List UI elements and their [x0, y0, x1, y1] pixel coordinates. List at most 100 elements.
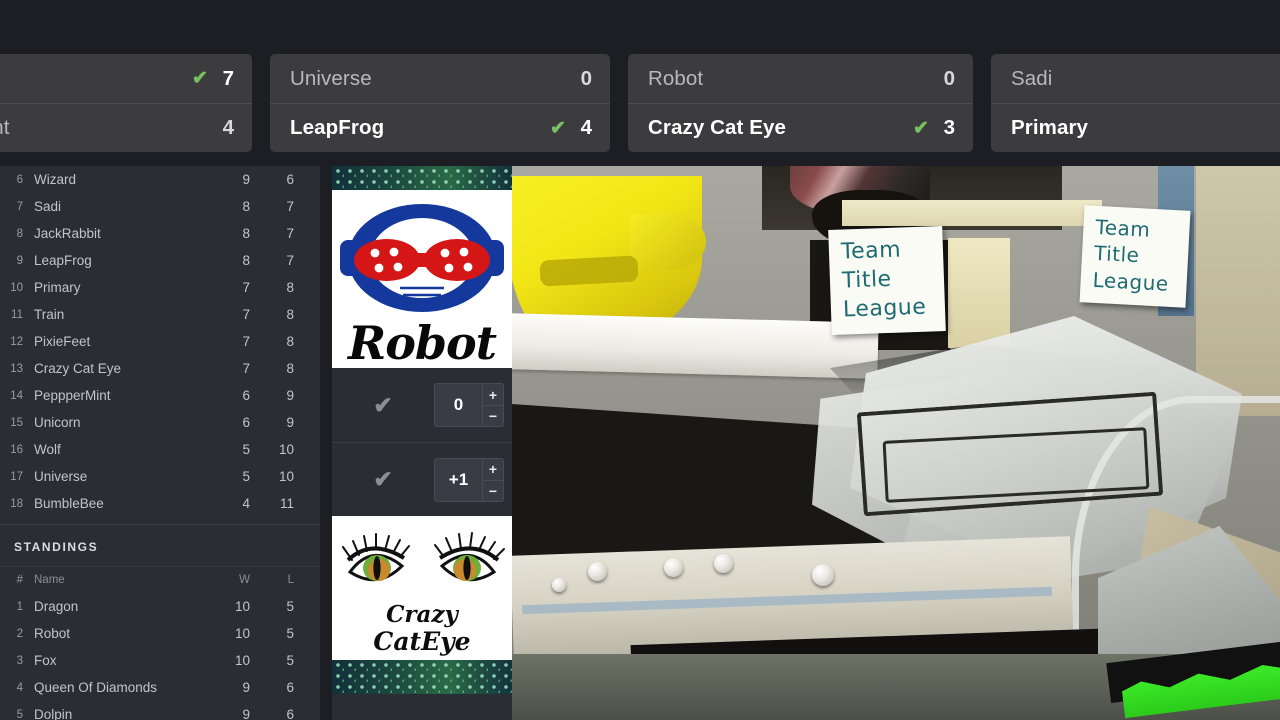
- row-wins: 8: [242, 226, 250, 241]
- table-row[interactable]: 6 Wizard 9 6: [0, 166, 320, 193]
- decorative-top-strip: [332, 166, 512, 190]
- row-wins: 7: [242, 361, 250, 376]
- row-wins: 7: [242, 280, 250, 295]
- score-row-top[interactable]: ✔ 0 + −: [332, 368, 512, 442]
- sign-line-2: Title: [1093, 241, 1141, 268]
- score-control-column: Robot ✔ 0 + − ✔ +1 + − Crazy CatEye: [332, 166, 512, 720]
- table-row[interactable]: 12 PixieFeet 7 8: [0, 328, 320, 355]
- row-losses: 8: [286, 361, 294, 376]
- score-steppers: ✔ 0 + − ✔ +1 + −: [332, 368, 512, 516]
- table-row[interactable]: 1 Dragon 10 5: [0, 593, 320, 620]
- row-losses: 7: [286, 199, 294, 214]
- video-yellow-hook: [630, 214, 706, 270]
- video-beige-beam: [842, 200, 1102, 226]
- row-team-name: PixieFeet: [34, 334, 91, 349]
- match-row-team-bottom[interactable]: Primary: [991, 103, 1280, 152]
- match-team-score: 7: [222, 66, 234, 90]
- row-team-name: Unicorn: [34, 415, 81, 430]
- table-row[interactable]: 7 Sadi 8 7: [0, 193, 320, 220]
- row-wins: 4: [242, 496, 250, 511]
- table-row[interactable]: 17 Universe 5 10: [0, 463, 320, 490]
- standings-sidebar[interactable]: 6 Wizard 9 6 7 Sadi 8 7 8 JackRabbit 8 7 9 LeapFro…: [0, 166, 320, 720]
- match-card-2[interactable]: Universe 0 LeapFrog ✔ 4: [270, 54, 610, 152]
- score-increment-button[interactable]: +: [483, 384, 503, 405]
- row-rank: 8: [16, 227, 23, 240]
- robot-team-logo: Robot: [332, 190, 512, 368]
- video-marble: [552, 578, 566, 592]
- app-root: ✔ 7 erMint 4 Universe 0 LeapFrog ✔ 4: [0, 0, 1280, 720]
- row-losses: 8: [286, 307, 294, 322]
- row-wins: 7: [242, 334, 250, 349]
- score-increment-button[interactable]: +: [483, 459, 503, 480]
- table-row[interactable]: 4 Queen Of Diamonds 9 6: [0, 674, 320, 701]
- match-card-1[interactable]: ✔ 7 erMint 4: [0, 54, 252, 152]
- row-team-name: Crazy Cat Eye: [34, 361, 122, 376]
- row-losses: 7: [286, 253, 294, 268]
- table-row[interactable]: 16 Wolf 5 10: [0, 436, 320, 463]
- row-wins: 9: [242, 172, 250, 187]
- row-rank: 12: [10, 335, 23, 348]
- row-wins: 5: [242, 469, 250, 484]
- match-row-team-bottom[interactable]: Crazy Cat Eye ✔ 3: [628, 103, 973, 152]
- row-wins: 10: [234, 626, 250, 641]
- score-stepper[interactable]: 0 + −: [434, 383, 504, 427]
- row-rank: 10: [10, 281, 23, 294]
- crazy-cat-eye-team-logo: Crazy CatEye: [332, 516, 512, 660]
- table-row[interactable]: 14 PeppperMint 6 9: [0, 382, 320, 409]
- score-decrement-button[interactable]: −: [483, 479, 503, 501]
- row-rank: 17: [10, 470, 23, 483]
- row-losses: 9: [286, 388, 294, 403]
- row-team-name: Sadi: [34, 199, 62, 214]
- row-rank: 1: [16, 600, 23, 613]
- table-row[interactable]: 10 Primary 7 8: [0, 274, 320, 301]
- match-row-team-top[interactable]: ✔ 7: [0, 54, 252, 103]
- winner-check-icon[interactable]: ✔: [332, 468, 434, 491]
- match-cards-strip: ✔ 7 erMint 4 Universe 0 LeapFrog ✔ 4: [0, 54, 1280, 154]
- video-sign-right: Team Title League: [1079, 205, 1191, 308]
- row-losses: 9: [286, 415, 294, 430]
- table-row[interactable]: 11 Train 7 8: [0, 301, 320, 328]
- row-team-name: Robot: [34, 626, 71, 641]
- row-losses: 8: [286, 334, 294, 349]
- match-row-team-top[interactable]: Universe 0: [270, 54, 610, 103]
- row-team-name: Wizard: [34, 172, 77, 187]
- match-team-name: Sadi: [1011, 66, 1053, 90]
- score-stepper[interactable]: +1 + −: [434, 457, 504, 502]
- score-decrement-button[interactable]: −: [483, 405, 503, 426]
- table-row[interactable]: 8 JackRabbit 8 7: [0, 220, 320, 247]
- match-team-name: Crazy Cat Eye: [648, 116, 787, 139]
- match-team-name: Primary: [1011, 116, 1089, 139]
- table-row[interactable]: 13 Crazy Cat Eye 7 8: [0, 355, 320, 382]
- table-row[interactable]: 18 BumbleBee 4 11: [0, 490, 320, 517]
- match-row-team-top[interactable]: Sadi: [991, 54, 1280, 103]
- score-row-bottom[interactable]: ✔ +1 + −: [332, 442, 512, 516]
- match-card-3[interactable]: Robot 0 Crazy Cat Eye ✔ 3: [628, 54, 973, 152]
- row-team-name: Wolf: [34, 442, 61, 457]
- match-team-score: 0: [580, 66, 592, 90]
- table-row[interactable]: 3 Fox 10 5: [0, 647, 320, 674]
- sign-line-3: League: [842, 294, 927, 323]
- table-row[interactable]: 5 Dolpin 9 6: [0, 701, 320, 720]
- row-wins: 10: [234, 653, 250, 668]
- video-white-track-bar: [512, 313, 879, 379]
- row-wins: 8: [242, 253, 250, 268]
- video-marble: [588, 562, 607, 581]
- row-losses: 10: [278, 442, 294, 457]
- table-row[interactable]: 2 Robot 10 5: [0, 620, 320, 647]
- match-row-team-bottom[interactable]: erMint 4: [0, 103, 252, 152]
- match-card-4[interactable]: Sadi Primary: [991, 54, 1280, 152]
- sign-line-2: Title: [841, 266, 893, 294]
- table-header-row: # Name W L: [0, 567, 320, 593]
- match-row-team-bottom[interactable]: LeapFrog ✔ 4: [270, 103, 610, 152]
- row-rank: 2: [16, 627, 23, 640]
- row-wins: 8: [242, 199, 250, 214]
- table-row[interactable]: 9 LeapFrog 8 7: [0, 247, 320, 274]
- winner-check-icon[interactable]: ✔: [332, 393, 434, 417]
- row-team-name: Dolpin: [34, 707, 73, 720]
- score-value: +1: [448, 469, 469, 489]
- match-row-team-top[interactable]: Robot 0: [628, 54, 973, 103]
- table-row[interactable]: 15 Unicorn 6 9: [0, 409, 320, 436]
- live-video-feed[interactable]: Team Title League Team Title League: [512, 166, 1280, 720]
- row-team-name: Queen Of Diamonds: [34, 680, 158, 695]
- header-rank: #: [16, 574, 23, 586]
